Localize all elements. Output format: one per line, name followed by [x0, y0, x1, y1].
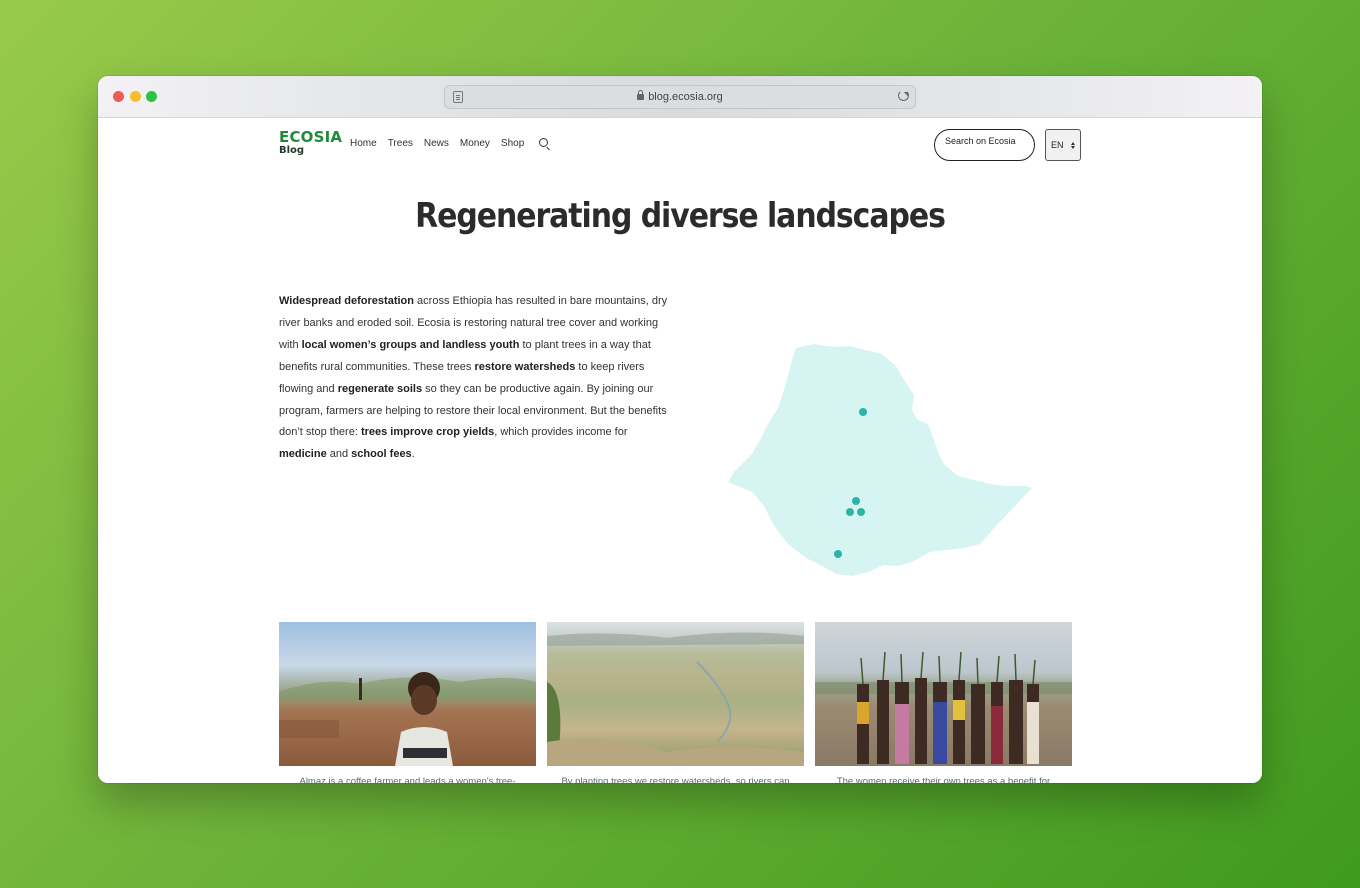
address-text-wrap: blog.ecosia.org: [445, 90, 915, 103]
intro-text: and: [326, 448, 352, 461]
ethiopia-map: [728, 344, 1032, 576]
intro-bold-text: school fees: [351, 448, 412, 461]
intro-bold-text: local women’s groups and landless youth: [301, 338, 520, 351]
photo-card: The women receive their own trees as a b…: [815, 622, 1072, 783]
intro-bold-text: medicine: [279, 448, 327, 461]
photo-almaz[interactable]: [279, 622, 536, 766]
main-nav: Home Trees News Money Shop: [350, 138, 524, 149]
browser-titlebar: blog.ecosia.org: [98, 76, 1262, 118]
map-marker: [857, 508, 865, 516]
intro-paragraph: Widespread deforestation across Ethiopia…: [279, 291, 671, 466]
map-marker: [859, 408, 867, 416]
logo-wordmark: ECOSIA: [279, 128, 343, 146]
intro-bold-text: regenerate soils: [337, 382, 423, 395]
photo-caption: Almaz is a coffee farmer and leads a wom…: [299, 776, 516, 783]
language-select[interactable]: EN: [1045, 129, 1081, 161]
intro-text: , which provides income for: [494, 426, 628, 439]
map-marker: [834, 550, 842, 558]
nav-home[interactable]: Home: [350, 138, 377, 149]
maximize-window-button[interactable]: [146, 91, 157, 102]
search-on-ecosia-button[interactable]: Search on Ecosia: [934, 129, 1035, 161]
ecosia-blog-logo[interactable]: ECOSIA Blog: [279, 129, 342, 157]
web-page: ECOSIA Blog Home Trees News Money Shop S…: [98, 118, 1262, 783]
nav-money[interactable]: Money: [460, 138, 490, 149]
browser-window: blog.ecosia.org ECOSIA Blog Home Trees N…: [98, 76, 1262, 783]
ethiopia-shape: [728, 344, 1032, 576]
search-icon[interactable]: [539, 138, 548, 147]
intro-bold-text: restore watersheds: [474, 360, 576, 373]
nav-shop[interactable]: Shop: [501, 138, 524, 149]
nav-trees[interactable]: Trees: [388, 138, 413, 149]
logo-subtitle: Blog: [279, 145, 305, 156]
photo-women-group[interactable]: [815, 622, 1072, 766]
map-marker: [846, 508, 854, 516]
nav-news[interactable]: News: [424, 138, 449, 149]
intro-bold-text: Widespread deforestation: [279, 295, 414, 307]
lock-icon: [637, 90, 645, 100]
close-window-button[interactable]: [113, 91, 124, 102]
address-bar[interactable]: blog.ecosia.org: [444, 85, 916, 109]
chevron-updown-icon: [1071, 140, 1076, 151]
intro-text: .: [411, 448, 415, 461]
photo-caption: By planting trees we restore watersheds,…: [561, 776, 790, 783]
photo-valley[interactable]: [547, 622, 804, 766]
language-value: EN: [1051, 140, 1064, 150]
address-url[interactable]: blog.ecosia.org: [648, 91, 723, 103]
photo-card: By planting trees we restore watersheds,…: [547, 622, 804, 783]
intro-bold-text: trees improve crop yields: [360, 426, 495, 439]
reload-icon[interactable]: [898, 90, 909, 101]
photo-card: Almaz is a coffee farmer and leads a wom…: [279, 622, 536, 783]
map-marker: [852, 497, 860, 505]
photo-caption: The women receive their own trees as a b…: [836, 776, 1051, 783]
page-title: Regenerating diverse landscapes: [415, 196, 946, 236]
minimize-window-button[interactable]: [130, 91, 141, 102]
